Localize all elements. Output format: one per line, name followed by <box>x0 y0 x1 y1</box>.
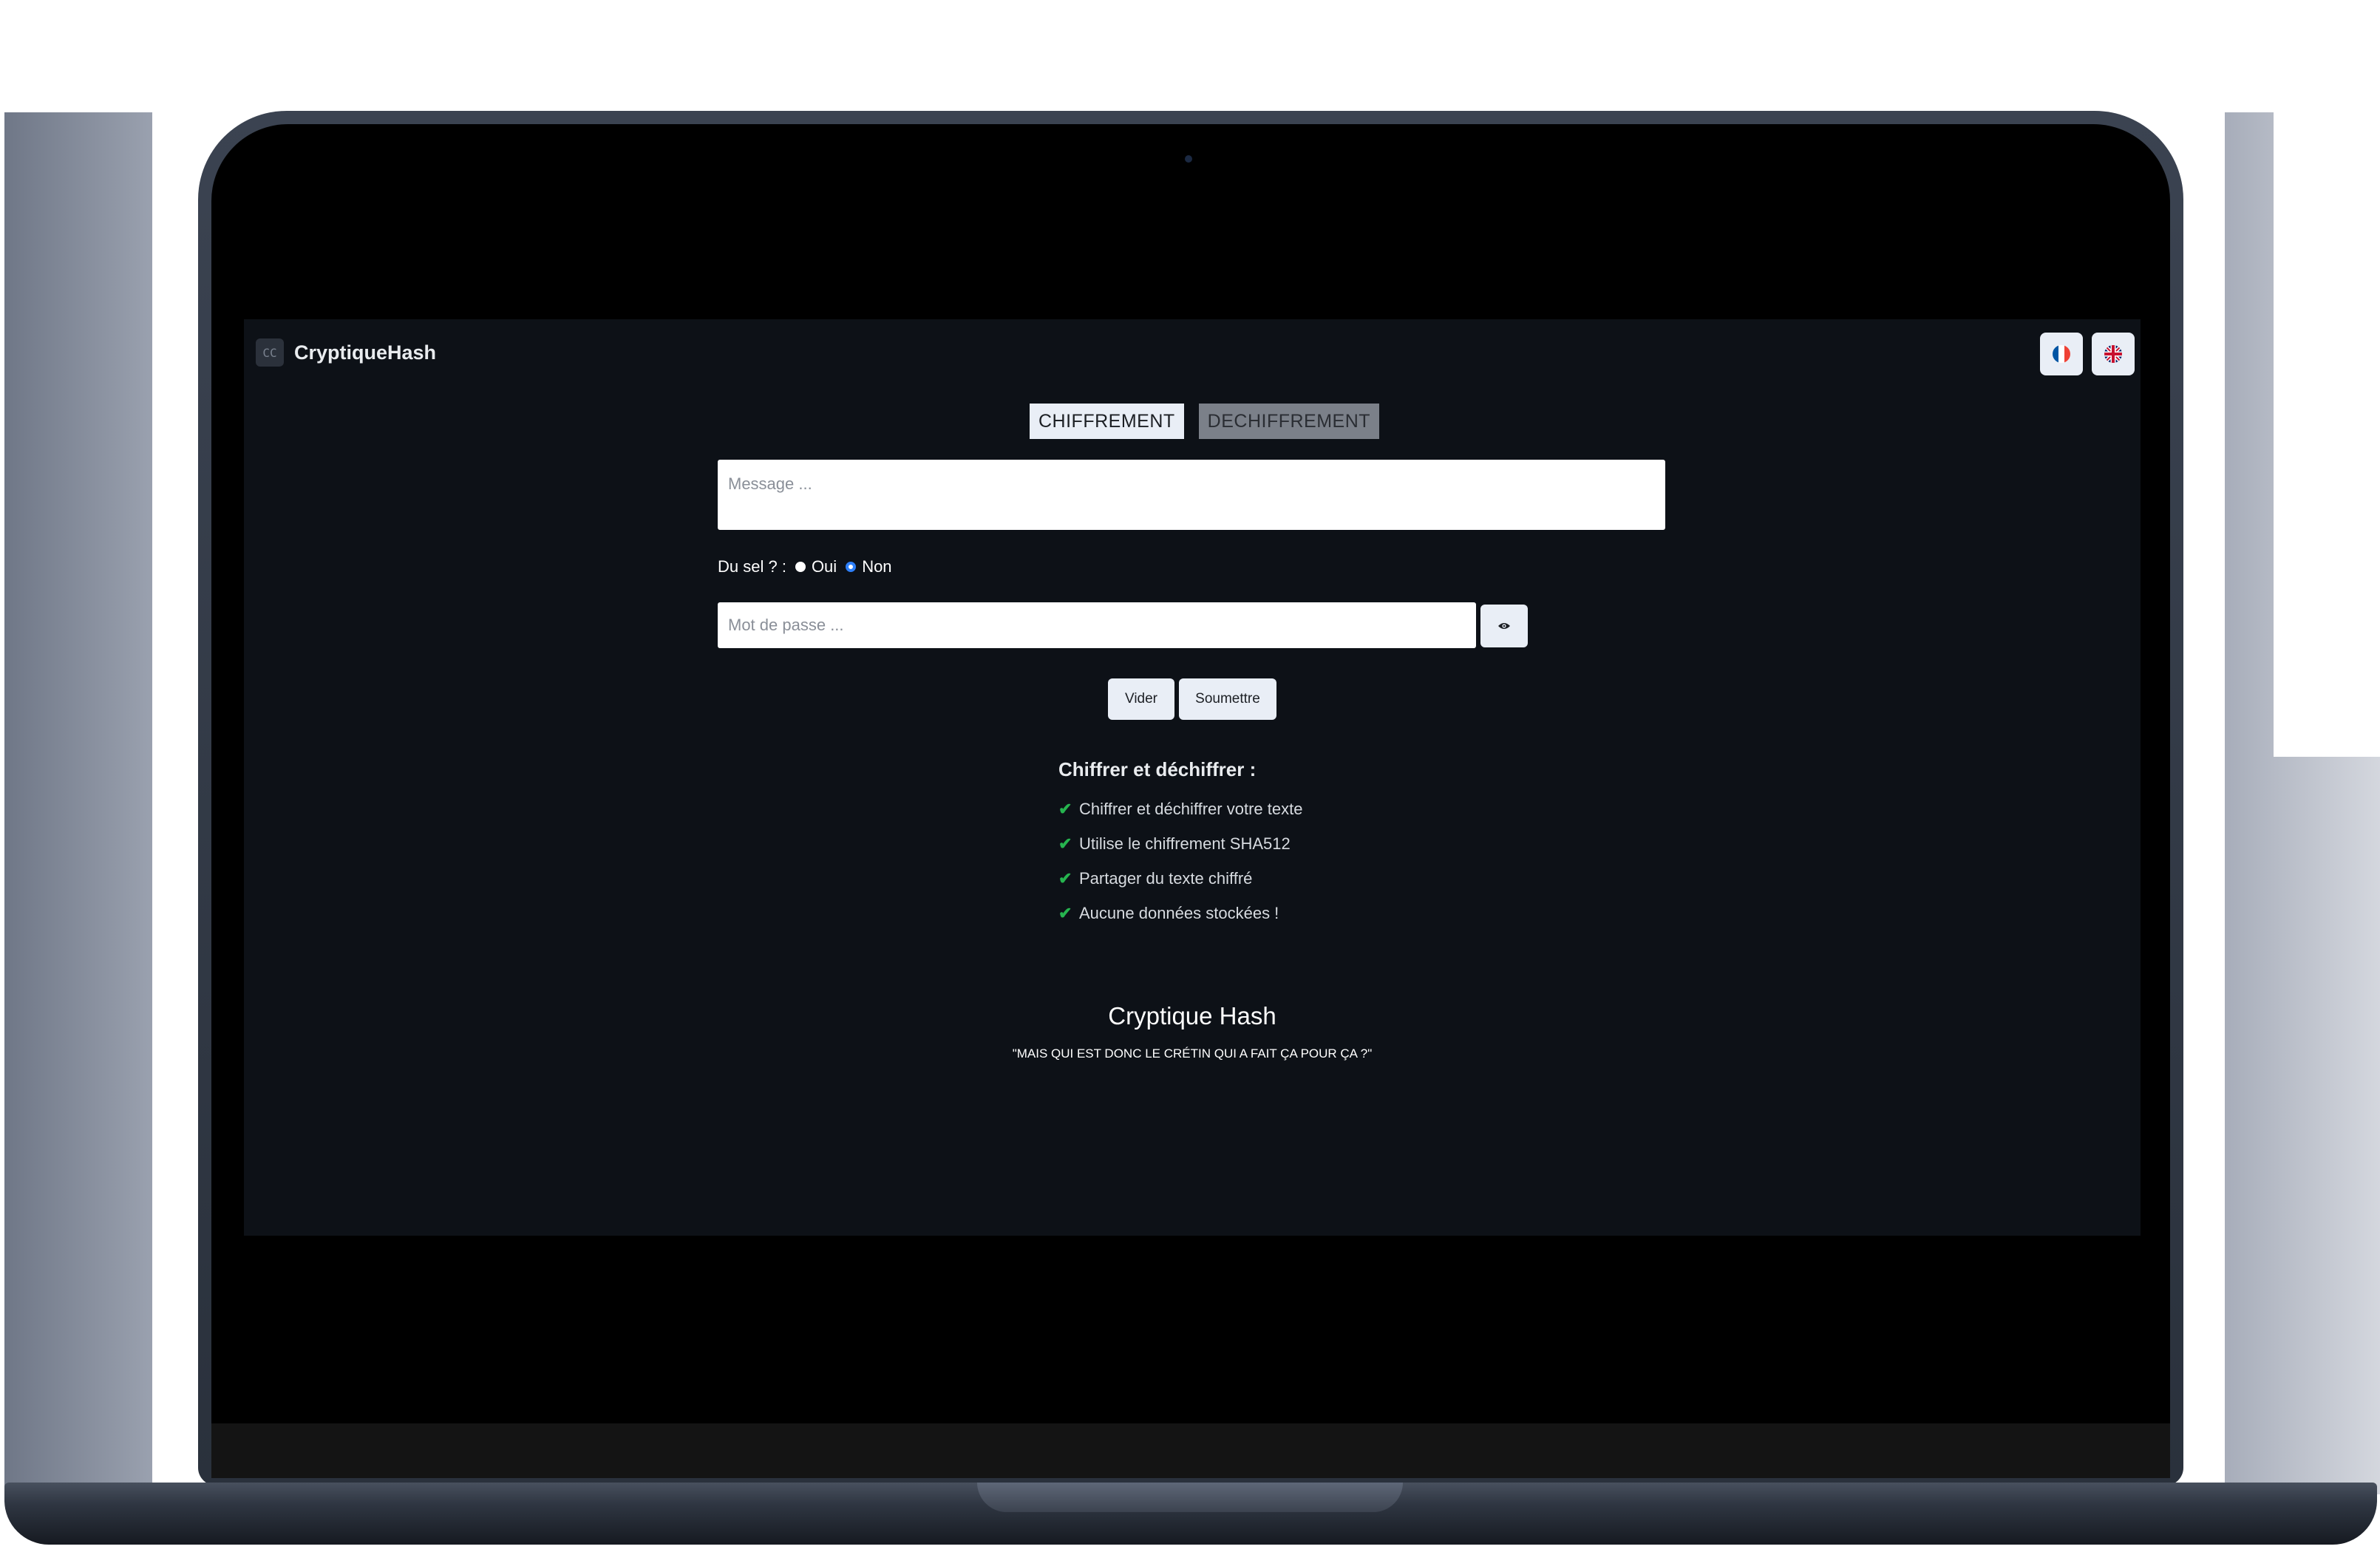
salt-yes-radio[interactable] <box>795 562 806 572</box>
password-input[interactable] <box>718 602 1476 648</box>
feature-item: ✔ Aucune données stockées ! <box>1058 896 1302 930</box>
footer-title: Cryptique Hash <box>1108 1002 1276 1029</box>
language-fr-button[interactable] <box>2040 333 2083 375</box>
feature-text: Partager du texte chiffré <box>1079 868 1253 888</box>
check-icon: ✔ <box>1058 799 1072 818</box>
france-flag-icon <box>2053 345 2070 363</box>
laptop-notch <box>977 1483 1403 1512</box>
feature-item: ✔ Chiffrer et déchiffrer votre texte <box>1058 792 1302 826</box>
laptop-chin <box>211 1423 2170 1478</box>
feature-item: ✔ Partager du texte chiffré <box>1058 861 1302 896</box>
app-screen: CC CryptiqueHash CHIFFREMENT DECHIFFREME… <box>244 319 2141 1236</box>
salt-option: Du sel ? : Oui Non <box>718 557 892 576</box>
feature-item: ✔ Utilise le chiffrement SHA512 <box>1058 826 1302 861</box>
tab-chiffrement[interactable]: CHIFFREMENT <box>1030 404 1184 439</box>
form-actions: Vider Soumettre <box>1108 678 1276 720</box>
submit-button[interactable]: Soumettre <box>1179 678 1276 720</box>
mode-tabs: CHIFFREMENT DECHIFFREMENT <box>1030 404 1380 439</box>
webcam <box>1185 155 1192 163</box>
feature-text: Utilise le chiffrement SHA512 <box>1079 834 1291 853</box>
brand-name: CryptiqueHash <box>294 341 437 364</box>
eye-icon <box>1498 623 1510 629</box>
toggle-password-visibility-button[interactable] <box>1480 605 1528 647</box>
tab-dechiffrement[interactable]: DECHIFFREMENT <box>1198 404 1380 439</box>
features-title: Chiffrer et déchiffrer : <box>1058 758 1257 780</box>
check-icon: ✔ <box>1058 834 1072 853</box>
mockup-backdrop-left <box>4 112 152 1487</box>
feature-text: Chiffrer et déchiffrer votre texte <box>1079 799 1303 818</box>
brand[interactable]: CC CryptiqueHash <box>256 338 436 367</box>
check-icon: ✔ <box>1058 868 1072 888</box>
features-section: Chiffrer et déchiffrer : ✔ Chiffrer et d… <box>1058 758 1302 930</box>
salt-label: Du sel ? : <box>718 557 786 576</box>
salt-no-radio[interactable] <box>846 562 857 572</box>
footer-quote: "MAIS QUI EST DONC LE CRÉTIN QUI A FAIT … <box>1012 1046 1373 1061</box>
logo-icon: CC <box>256 338 284 367</box>
salt-no-label[interactable]: Non <box>862 557 891 576</box>
message-input[interactable] <box>718 460 1665 530</box>
feature-text: Aucune données stockées ! <box>1079 903 1279 922</box>
uk-flag-icon <box>2104 345 2122 363</box>
mockup-backdrop-white <box>2274 112 2380 757</box>
check-icon: ✔ <box>1058 903 1072 922</box>
salt-yes-label[interactable]: Oui <box>812 557 837 576</box>
language-switcher <box>2040 333 2135 375</box>
language-en-button[interactable] <box>2092 333 2135 375</box>
clear-button[interactable]: Vider <box>1108 678 1174 720</box>
